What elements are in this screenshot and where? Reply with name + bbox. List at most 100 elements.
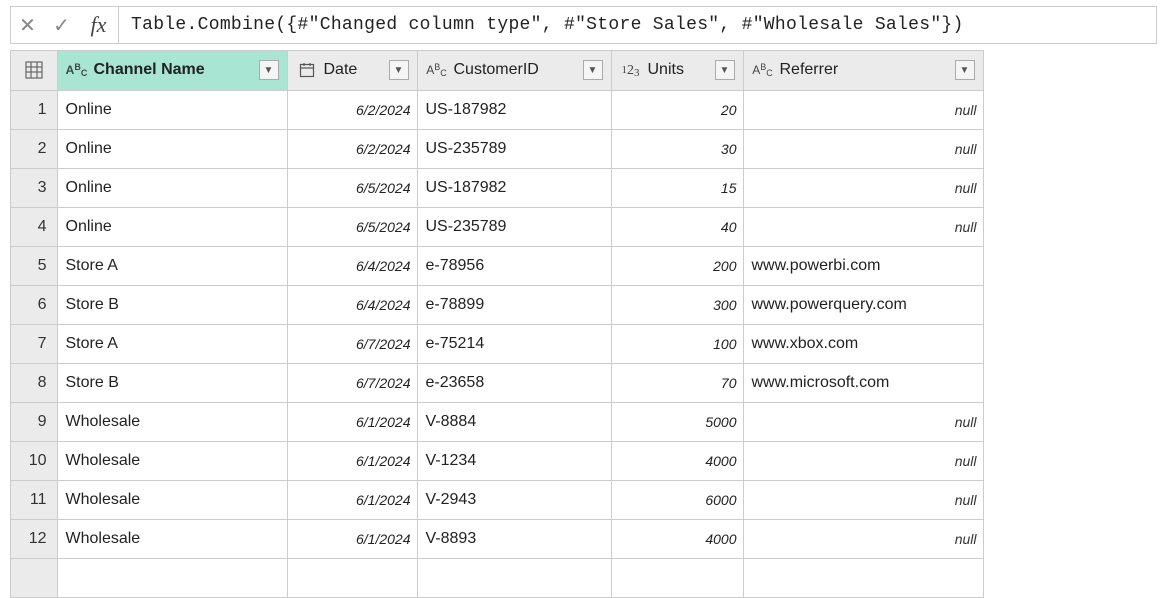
cell-channel[interactable]: Wholesale bbox=[57, 402, 287, 441]
cell-channel[interactable]: Online bbox=[57, 90, 287, 129]
cell-customerid[interactable]: e-23658 bbox=[417, 363, 611, 402]
column-header-date[interactable]: Date ▼ bbox=[287, 51, 417, 90]
chevron-down-icon[interactable]: ▼ bbox=[955, 60, 975, 80]
formula-cancel-button[interactable]: ✕ bbox=[11, 7, 45, 43]
cell-referrer[interactable]: null bbox=[743, 129, 983, 168]
corner-cell[interactable] bbox=[11, 51, 57, 90]
cell-units[interactable]: 200 bbox=[611, 246, 743, 285]
cell-referrer[interactable]: www.powerbi.com bbox=[743, 246, 983, 285]
cell-customerid[interactable]: US-235789 bbox=[417, 207, 611, 246]
cell-units[interactable]: 5000 bbox=[611, 402, 743, 441]
column-header-channel[interactable]: ABC Channel Name ▼ bbox=[57, 51, 287, 90]
cell-referrer[interactable]: null bbox=[743, 480, 983, 519]
table-row[interactable]: 6Store B6/4/2024e-78899300www.powerquery… bbox=[11, 285, 983, 324]
cell-customerid[interactable]: V-2943 bbox=[417, 480, 611, 519]
row-number[interactable]: 7 bbox=[11, 324, 57, 363]
table-row[interactable]: 1Online6/2/2024US-18798220null bbox=[11, 90, 983, 129]
table-row[interactable]: 9Wholesale6/1/2024V-88845000null bbox=[11, 402, 983, 441]
cell-date[interactable]: 6/5/2024 bbox=[287, 207, 417, 246]
cell-referrer[interactable]: null bbox=[743, 90, 983, 129]
cell-customerid[interactable]: V-8893 bbox=[417, 519, 611, 558]
table-row[interactable]: 3Online6/5/2024US-18798215null bbox=[11, 168, 983, 207]
cell-units[interactable]: 20 bbox=[611, 90, 743, 129]
cell-units[interactable]: 6000 bbox=[611, 480, 743, 519]
cell-channel[interactable]: Store B bbox=[57, 363, 287, 402]
cell-referrer[interactable]: null bbox=[743, 519, 983, 558]
cell-date[interactable]: 6/7/2024 bbox=[287, 363, 417, 402]
number-type-icon: 123 bbox=[620, 62, 642, 78]
cell-date[interactable]: 6/2/2024 bbox=[287, 129, 417, 168]
column-header-customerid[interactable]: ABC CustomerID ▼ bbox=[417, 51, 611, 90]
row-number[interactable]: 10 bbox=[11, 441, 57, 480]
row-number[interactable]: 8 bbox=[11, 363, 57, 402]
cell-units[interactable]: 100 bbox=[611, 324, 743, 363]
date-type-icon bbox=[296, 62, 318, 78]
cell-channel[interactable]: Store A bbox=[57, 324, 287, 363]
row-number[interactable]: 11 bbox=[11, 480, 57, 519]
cell-date[interactable]: 6/4/2024 bbox=[287, 246, 417, 285]
chevron-down-icon[interactable]: ▼ bbox=[389, 60, 409, 80]
row-number[interactable]: 1 bbox=[11, 90, 57, 129]
cell-customerid[interactable]: US-187982 bbox=[417, 168, 611, 207]
cell-date[interactable]: 6/7/2024 bbox=[287, 324, 417, 363]
cell-date[interactable]: 6/1/2024 bbox=[287, 519, 417, 558]
table-row[interactable]: 4Online6/5/2024US-23578940null bbox=[11, 207, 983, 246]
column-header-units[interactable]: 123 Units ▼ bbox=[611, 51, 743, 90]
cell-units[interactable]: 4000 bbox=[611, 519, 743, 558]
cell-date[interactable]: 6/1/2024 bbox=[287, 441, 417, 480]
cell-date[interactable]: 6/5/2024 bbox=[287, 168, 417, 207]
row-number[interactable]: 6 bbox=[11, 285, 57, 324]
table-row[interactable]: 5Store A6/4/2024e-78956200www.powerbi.co… bbox=[11, 246, 983, 285]
cell-units[interactable]: 40 bbox=[611, 207, 743, 246]
cell-channel[interactable]: Online bbox=[57, 168, 287, 207]
cell-referrer[interactable]: null bbox=[743, 441, 983, 480]
cell-channel[interactable]: Online bbox=[57, 207, 287, 246]
cell-channel[interactable]: Wholesale bbox=[57, 480, 287, 519]
cell-customerid[interactable]: V-8884 bbox=[417, 402, 611, 441]
cell-channel[interactable]: Store A bbox=[57, 246, 287, 285]
cell-customerid[interactable]: e-78956 bbox=[417, 246, 611, 285]
table-row[interactable]: 2Online6/2/2024US-23578930null bbox=[11, 129, 983, 168]
column-header-referrer[interactable]: ABC Referrer ▼ bbox=[743, 51, 983, 90]
row-number[interactable]: 4 bbox=[11, 207, 57, 246]
cell-referrer[interactable]: www.powerquery.com bbox=[743, 285, 983, 324]
cell-channel[interactable]: Wholesale bbox=[57, 519, 287, 558]
formula-accept-button[interactable]: ✓ bbox=[45, 7, 79, 43]
cell-units[interactable]: 30 bbox=[611, 129, 743, 168]
cell-units[interactable]: 70 bbox=[611, 363, 743, 402]
row-number[interactable]: 2 bbox=[11, 129, 57, 168]
cell-date[interactable]: 6/1/2024 bbox=[287, 480, 417, 519]
cell-referrer[interactable]: null bbox=[743, 207, 983, 246]
cell-customerid[interactable]: US-235789 bbox=[417, 129, 611, 168]
cell-customerid[interactable]: e-78899 bbox=[417, 285, 611, 324]
cell-units[interactable]: 4000 bbox=[611, 441, 743, 480]
table-row[interactable]: 12Wholesale6/1/2024V-88934000null bbox=[11, 519, 983, 558]
cell-channel[interactable]: Wholesale bbox=[57, 441, 287, 480]
cell-customerid[interactable]: e-75214 bbox=[417, 324, 611, 363]
cell-referrer[interactable]: www.xbox.com bbox=[743, 324, 983, 363]
table-row[interactable]: 11Wholesale6/1/2024V-29436000null bbox=[11, 480, 983, 519]
table-row[interactable]: 10Wholesale6/1/2024V-12344000null bbox=[11, 441, 983, 480]
formula-input[interactable] bbox=[119, 7, 1156, 43]
cell-referrer[interactable]: null bbox=[743, 402, 983, 441]
row-number[interactable]: 9 bbox=[11, 402, 57, 441]
cell-units[interactable]: 15 bbox=[611, 168, 743, 207]
chevron-down-icon[interactable]: ▼ bbox=[259, 60, 279, 80]
row-number[interactable]: 3 bbox=[11, 168, 57, 207]
row-number[interactable]: 12 bbox=[11, 519, 57, 558]
cell-units[interactable]: 300 bbox=[611, 285, 743, 324]
cell-customerid[interactable]: V-1234 bbox=[417, 441, 611, 480]
cell-referrer[interactable]: www.microsoft.com bbox=[743, 363, 983, 402]
cell-date[interactable]: 6/2/2024 bbox=[287, 90, 417, 129]
cell-referrer[interactable]: null bbox=[743, 168, 983, 207]
cell-channel[interactable]: Online bbox=[57, 129, 287, 168]
chevron-down-icon[interactable]: ▼ bbox=[583, 60, 603, 80]
cell-date[interactable]: 6/4/2024 bbox=[287, 285, 417, 324]
cell-customerid[interactable]: US-187982 bbox=[417, 90, 611, 129]
cell-channel[interactable]: Store B bbox=[57, 285, 287, 324]
cell-date[interactable]: 6/1/2024 bbox=[287, 402, 417, 441]
table-row[interactable]: 8Store B6/7/2024e-2365870www.microsoft.c… bbox=[11, 363, 983, 402]
row-number[interactable]: 5 bbox=[11, 246, 57, 285]
table-row[interactable]: 7Store A6/7/2024e-75214100www.xbox.com bbox=[11, 324, 983, 363]
chevron-down-icon[interactable]: ▼ bbox=[715, 60, 735, 80]
